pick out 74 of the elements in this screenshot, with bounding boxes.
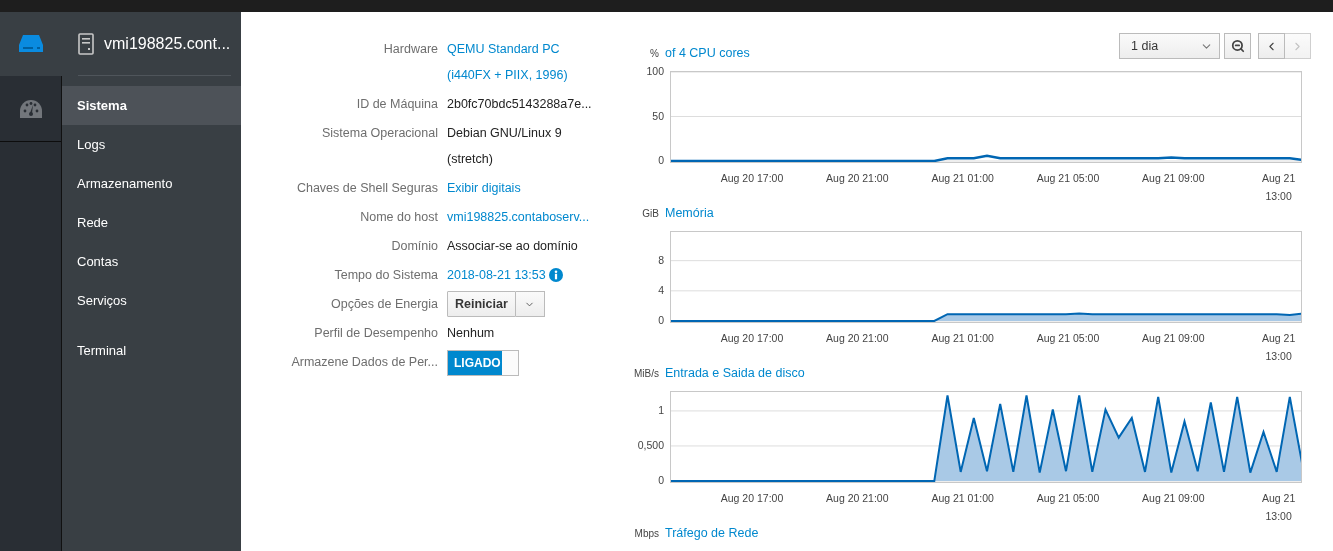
info-value: Associar-se ao domínio <box>447 238 578 255</box>
axis-label: 0 <box>658 474 664 486</box>
info-link[interactable]: Exibir digitais <box>447 175 521 201</box>
toggle-switch[interactable]: LIGADO <box>447 350 519 376</box>
axis-label: 0,500 <box>637 438 664 451</box>
host-name: vmi198825.cont... <box>104 35 231 53</box>
unit-label: MiB/s <box>633 367 660 379</box>
chart-title-link[interactable]: Memória <box>665 206 714 220</box>
unit-label: GiB <box>641 207 660 219</box>
info-label: Armazene Dados de Per... <box>290 354 438 371</box>
info-value: Debian GNU/Linux 9 <box>447 125 562 142</box>
axis-label: 1 <box>658 403 664 416</box>
axis-label: Aug 21 05:00 <box>1035 331 1101 346</box>
info-label: Nome do host <box>359 209 438 226</box>
axis-label: 4 <box>658 283 664 296</box>
info-value: 2b0fc70bdc5143288a7e... <box>447 96 592 113</box>
zoom-out-button[interactable] <box>1224 33 1251 59</box>
axis-label: Aug 20 21:00 <box>825 171 890 186</box>
server-icon <box>19 35 43 52</box>
info-label: Chaves de Shell Seguras <box>295 180 438 197</box>
axis-label: Aug 21 01:00 <box>930 171 995 186</box>
unit-label: Mbps <box>633 527 660 539</box>
info-label: Tempo do Sistema <box>333 267 438 284</box>
axis-label: Aug 21 09:00 <box>1141 171 1206 186</box>
axis-label: Aug 21 01:00 <box>930 491 995 506</box>
axis-label: Aug 21 09:00 <box>1141 491 1206 506</box>
axis-label: 50 <box>652 109 664 122</box>
info-label: Domínio <box>390 238 438 255</box>
nav-item[interactable]: Armazenamento <box>62 164 241 203</box>
axis-label: Aug 20 21:00 <box>825 491 890 506</box>
nav-item[interactable]: Contas <box>62 242 241 281</box>
axis-label: Aug 21 13:00 <box>1261 491 1297 524</box>
info-value: (stretch) <box>447 151 493 168</box>
axis-label: 8 <box>658 253 664 266</box>
axis-label: Aug 21 13:00 <box>1261 171 1297 204</box>
info-label: ID de Máquina <box>355 96 438 113</box>
info-link[interactable]: vmi198825.contaboserv... <box>447 204 590 230</box>
unit-label: % <box>649 47 660 59</box>
axis-label: 100 <box>646 65 664 77</box>
axis-label: Aug 20 17:00 <box>719 331 785 346</box>
info-icon[interactable] <box>548 268 563 282</box>
info-value: Nenhum <box>447 325 495 342</box>
previous-button[interactable] <box>1258 33 1285 59</box>
range-select[interactable]: 1 dia <box>1119 33 1220 59</box>
gauge-icon <box>19 99 42 118</box>
time-link[interactable]: 2018-08-21 13:53 <box>447 262 546 288</box>
nav-item[interactable]: Terminal <box>62 331 241 370</box>
info-label: Perfil de Desempenho <box>313 325 438 342</box>
axis-label: Aug 20 17:00 <box>719 171 785 186</box>
axis-label: Aug 21 05:00 <box>1035 491 1101 506</box>
server-icon <box>78 33 94 55</box>
axis-label: Aug 20 21:00 <box>825 331 890 346</box>
nav-item[interactable]: Logs <box>62 125 241 164</box>
restart-button[interactable]: Reiniciar <box>447 291 516 317</box>
chart-title-link[interactable]: of 4 CPU cores <box>665 46 750 60</box>
axis-label: Aug 21 01:00 <box>930 331 995 346</box>
nav-item[interactable]: Serviços <box>62 281 241 320</box>
zoom-out-icon <box>1230 39 1245 53</box>
axis-label: Aug 21 13:00 <box>1261 331 1297 364</box>
dropdown-button[interactable] <box>515 291 545 317</box>
info-label: Hardware <box>382 41 438 58</box>
axis-label: Aug 21 05:00 <box>1035 171 1101 186</box>
axis-label: Aug 21 09:00 <box>1141 331 1206 346</box>
info-link[interactable]: QEMU Standard PC <box>447 36 560 62</box>
axis-label: 0 <box>658 154 664 166</box>
axis-label: 0 <box>658 314 664 326</box>
axis-label: Aug 20 17:00 <box>719 491 785 506</box>
info-link[interactable]: (i440FX + PIIX, 1996) <box>447 62 568 88</box>
info-label: Opções de Energia <box>330 296 438 313</box>
chart-title-link[interactable]: Tráfego de Rede <box>665 526 759 540</box>
nav-item[interactable]: Sistema <box>62 86 241 125</box>
chart-title-link[interactable]: Entrada e Saida de disco <box>665 366 805 380</box>
info-label: Sistema Operacional <box>320 125 438 142</box>
nav-item[interactable]: Rede <box>62 203 241 242</box>
